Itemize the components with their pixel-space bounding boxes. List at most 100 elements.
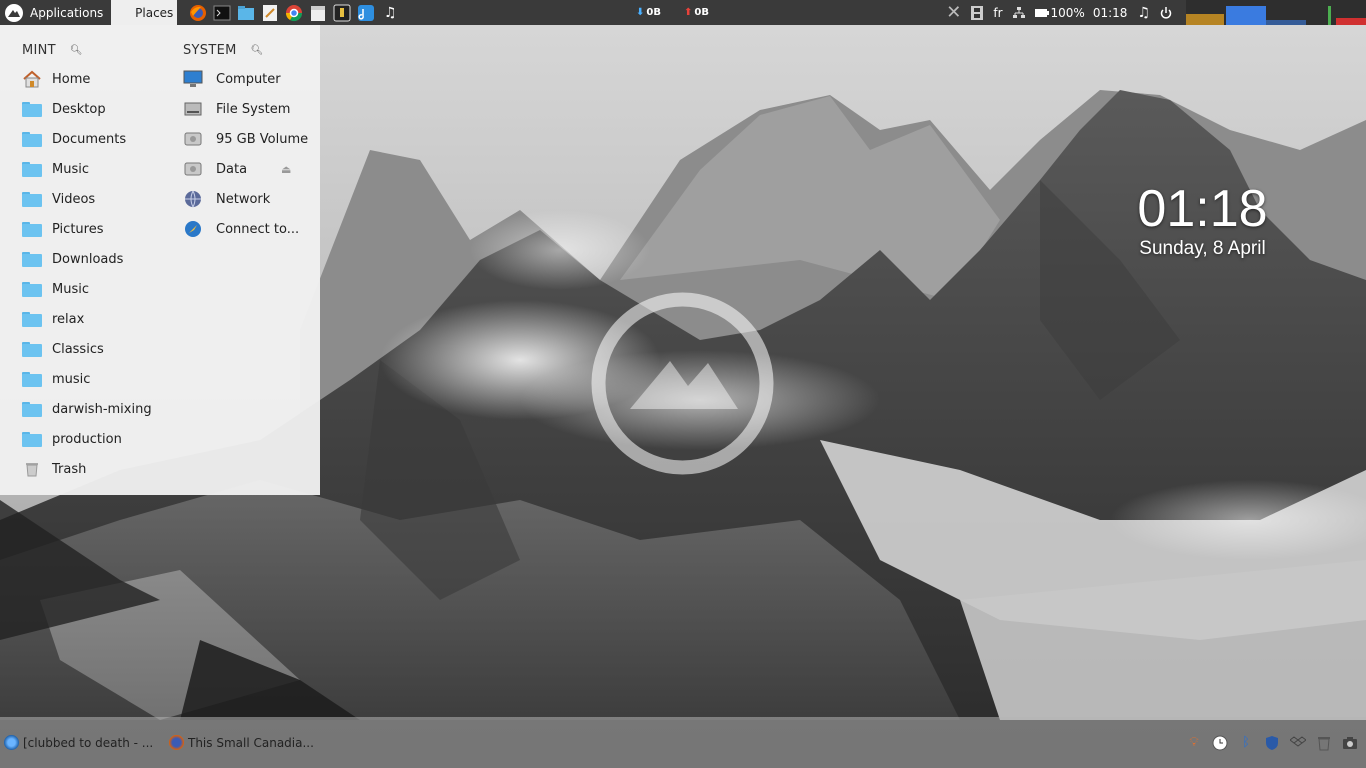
- mint-list: Home Desktop Documents Music Videos Pict…: [22, 64, 152, 484]
- power-icon[interactable]: [1160, 6, 1172, 19]
- place-downloads[interactable]: Downloads: [22, 244, 152, 274]
- browser-icon: [4, 735, 19, 750]
- dropbox-icon[interactable]: [1290, 735, 1306, 751]
- bluetooth-icon[interactable]: ᛒ: [1238, 735, 1254, 751]
- eject-icon[interactable]: ⏏: [281, 163, 291, 176]
- place-classics[interactable]: Classics: [22, 334, 152, 364]
- keyboard-layout[interactable]: fr: [993, 6, 1002, 20]
- folder-icon: [22, 101, 42, 117]
- shield-icon[interactable]: [1264, 735, 1280, 751]
- net-download-indicator: ⬇ 0B: [636, 0, 661, 25]
- battery-indicator[interactable]: 100%: [1034, 5, 1085, 20]
- files-icon[interactable]: [237, 4, 255, 22]
- drive-icon: [183, 160, 203, 178]
- place-music-lower[interactable]: music: [22, 364, 152, 394]
- place-relax[interactable]: relax: [22, 304, 152, 334]
- place-network[interactable]: Network: [183, 184, 308, 214]
- taskbar-item[interactable]: This Small Canadia...: [165, 717, 314, 768]
- upload-arrow-icon: ⬆: [684, 7, 693, 18]
- system-tray: 💡︎ ᛒ: [1186, 717, 1358, 768]
- applications-menu-button[interactable]: Applications: [0, 0, 111, 25]
- clock-time: 01:18: [1137, 180, 1268, 238]
- calendar-icon[interactable]: [309, 4, 327, 22]
- home-icon: [22, 70, 42, 88]
- redshift-icon[interactable]: 💡︎: [1186, 735, 1202, 751]
- place-computer[interactable]: Computer: [183, 64, 308, 94]
- store-icon[interactable]: [357, 4, 375, 22]
- place-darwish-mixing[interactable]: darwish-mixing: [22, 394, 152, 424]
- text-editor-icon[interactable]: [261, 4, 279, 22]
- search-icon[interactable]: 🔍︎: [251, 45, 264, 56]
- trash-icon: [22, 460, 42, 478]
- places-menu-button[interactable]: Places: [111, 0, 178, 25]
- net-down-value: 0B: [646, 7, 661, 18]
- network-icon[interactable]: [1012, 6, 1025, 19]
- folder-icon: [22, 161, 42, 177]
- place-videos[interactable]: Videos: [22, 184, 152, 214]
- chrome-icon[interactable]: [285, 4, 303, 22]
- download-arrow-icon: ⬇: [636, 7, 645, 18]
- taskbar-item[interactable]: [clubbed to death - ...: [0, 717, 165, 768]
- network-icon: [183, 190, 203, 208]
- folder-icon: [22, 221, 42, 237]
- places-menu: MINT 🔍︎ Home Desktop Documents Music Vid…: [0, 25, 320, 495]
- firefox-icon: [169, 735, 184, 750]
- system-header: SYSTEM 🔍︎: [183, 42, 264, 58]
- launcher-bar: ♫: [189, 4, 399, 22]
- place-95gb-volume[interactable]: 95 GB Volume: [183, 124, 308, 154]
- film-icon[interactable]: [971, 5, 984, 20]
- folder-icon: [22, 401, 42, 417]
- system-list: Computer File System 95 GB Volume Data ⏏…: [183, 64, 308, 244]
- place-file-system[interactable]: File System: [183, 94, 308, 124]
- bottom-panel: [clubbed to death - ... This Small Canad…: [0, 717, 1366, 768]
- connect-icon: [183, 220, 203, 238]
- firefox-icon[interactable]: [189, 4, 207, 22]
- folder-icon: [22, 281, 42, 297]
- place-pictures[interactable]: Pictures: [22, 214, 152, 244]
- place-data[interactable]: Data ⏏: [183, 154, 308, 184]
- clock-date: Sunday, 8 April: [1139, 238, 1266, 259]
- place-music-bookmark[interactable]: Music: [22, 274, 152, 304]
- place-desktop[interactable]: Desktop: [22, 94, 152, 124]
- battery-icon: [1034, 8, 1049, 17]
- folder-icon: [22, 431, 42, 447]
- music-icon[interactable]: ♫: [381, 4, 399, 22]
- clock-icon[interactable]: [1212, 735, 1228, 751]
- trash-icon[interactable]: [1316, 735, 1332, 751]
- place-trash[interactable]: Trash: [22, 454, 152, 484]
- mint-column: MINT 🔍︎ Home Desktop Documents Music Vid…: [22, 42, 152, 484]
- applications-label: Applications: [30, 5, 104, 20]
- folder-icon: [22, 251, 42, 267]
- net-up-value: 0B: [694, 7, 709, 18]
- place-music[interactable]: Music: [22, 154, 152, 184]
- top-panel: Applications Places ♫ ⬇ 0B ⬆ 0B ✕ fr 100…: [0, 0, 1366, 25]
- computer-icon: [183, 70, 203, 88]
- folder-icon: [22, 371, 42, 387]
- music-note-icon[interactable]: ♫: [1137, 5, 1150, 21]
- place-home[interactable]: Home: [22, 64, 152, 94]
- panel-clock[interactable]: 01:18: [1093, 6, 1128, 20]
- battery-percent: 100%: [1050, 5, 1085, 20]
- folder-icon: [22, 131, 42, 147]
- security-icon[interactable]: [333, 4, 351, 22]
- system-column: SYSTEM 🔍︎ Computer File System 95 GB Vol…: [183, 42, 308, 244]
- folder-icon: [22, 311, 42, 327]
- system-monitor-graphs[interactable]: [1186, 0, 1366, 25]
- top-tray: ✕ fr 100% 01:18 ♫: [946, 0, 1366, 25]
- folder-icon: [22, 191, 42, 207]
- distro-logo-icon: [5, 3, 23, 22]
- place-documents[interactable]: Documents: [22, 124, 152, 154]
- terminal-icon[interactable]: [213, 4, 231, 22]
- mint-header: MINT 🔍︎: [22, 42, 83, 58]
- places-label: Places: [135, 5, 174, 20]
- place-production[interactable]: production: [22, 424, 152, 454]
- folder-icon: [22, 341, 42, 357]
- desktop-clock-widget: 01:18 Sunday, 8 April: [1135, 180, 1270, 260]
- close-icon[interactable]: ✕: [946, 2, 961, 23]
- camera-icon[interactable]: [1342, 735, 1358, 751]
- distro-logo: [591, 292, 774, 475]
- drive-icon: [183, 130, 203, 148]
- drive-icon: [183, 100, 203, 118]
- search-icon[interactable]: 🔍︎: [70, 45, 83, 56]
- place-connect-to[interactable]: Connect to...: [183, 214, 308, 244]
